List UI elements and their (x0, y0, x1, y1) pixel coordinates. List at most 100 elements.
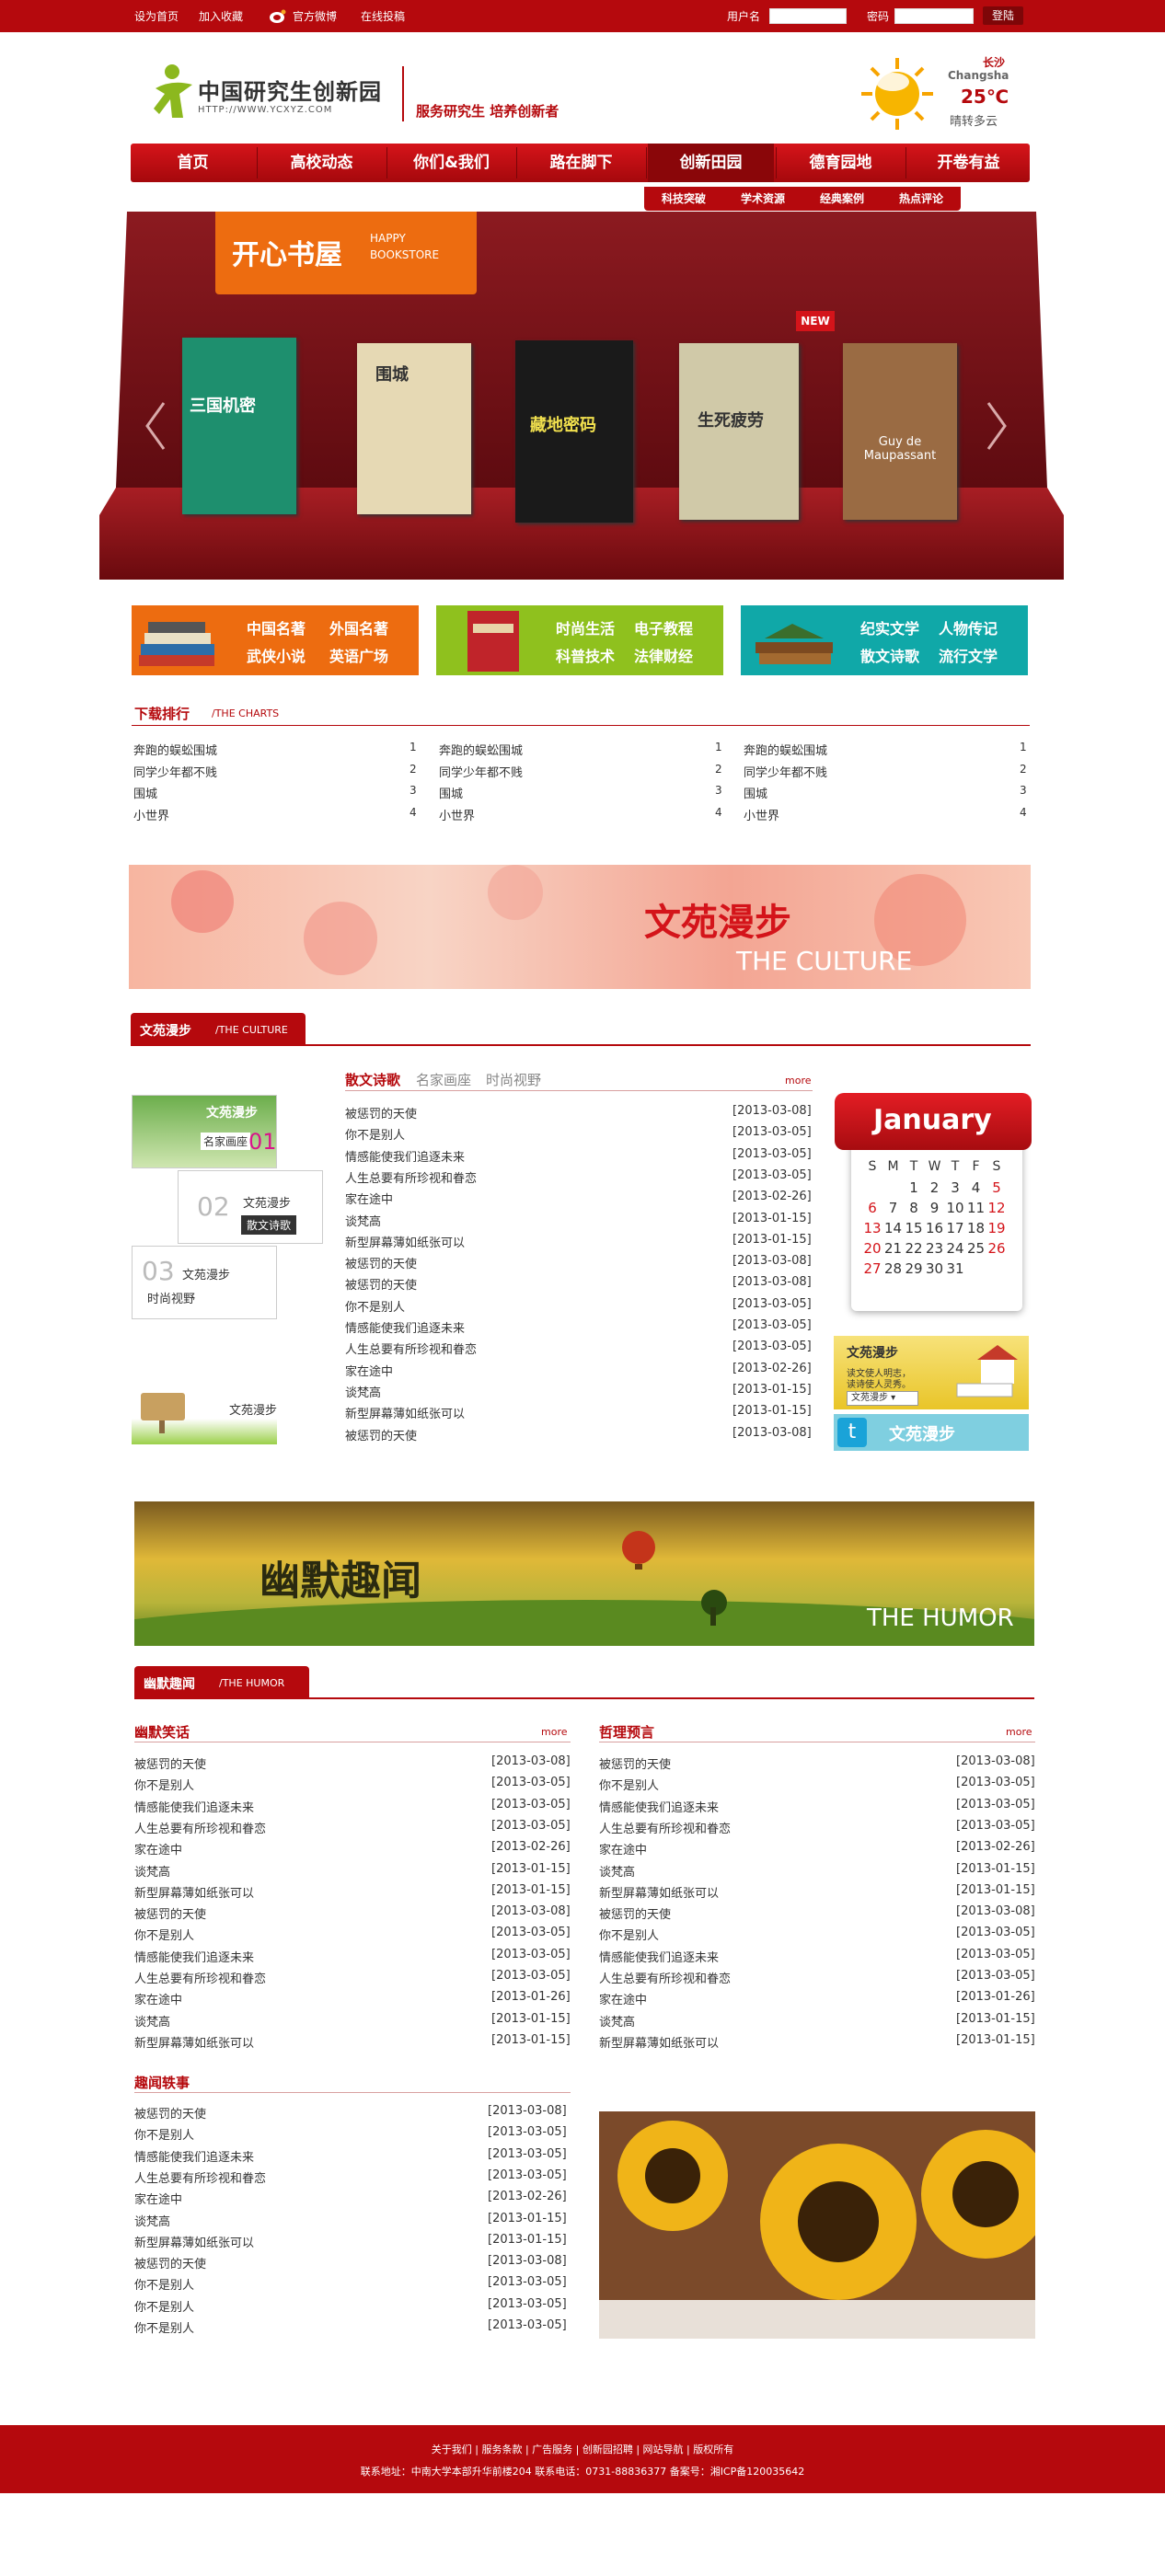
calendar-day[interactable]: 16 (925, 1220, 945, 1236)
add-favorite-link[interactable]: 加入收藏 (199, 8, 243, 24)
calendar-day[interactable]: 7 (883, 1200, 904, 1216)
book-cover-4[interactable]: 生死疲劳 (679, 343, 799, 520)
calendar-day[interactable]: 10 (945, 1200, 965, 1216)
calendar-day[interactable]: 30 (925, 1260, 945, 1277)
chart-item[interactable]: 同学少年都不贱 (439, 763, 523, 780)
list-item[interactable]: 被惩罚的天使 (599, 1754, 671, 1772)
list-item[interactable]: 你不是别人 (134, 1776, 194, 1793)
nav-item-you-and-us[interactable]: 你们&我们 (388, 144, 514, 182)
culture-banner[interactable]: 文苑漫步 THE CULTURE (129, 865, 1031, 989)
username-input[interactable] (769, 8, 847, 24)
list-item[interactable]: 被惩罚的天使 (345, 1275, 417, 1293)
calendar-day[interactable]: 6 (862, 1200, 882, 1216)
culture-thumb-2[interactable]: 02 文苑漫步 散文诗歌 (178, 1170, 323, 1244)
nav-item-home[interactable]: 首页 (131, 144, 255, 182)
list-item[interactable]: 被惩罚的天使 (345, 1426, 417, 1443)
category-link[interactable]: 科普技术 (556, 644, 615, 666)
list-item[interactable]: 人生总要有所珍视和眷恋 (134, 1969, 266, 1986)
promo-select[interactable]: 文苑漫步 ▾ (847, 1391, 918, 1406)
list-item[interactable]: 你不是别人 (134, 2297, 194, 2315)
list-item[interactable]: 情感能使我们追逐未来 (345, 1147, 465, 1165)
calendar-day[interactable]: 28 (883, 1260, 904, 1277)
culture-thumb-4[interactable]: 文苑漫步 (132, 1380, 277, 1444)
list-item[interactable]: 人生总要有所珍视和眷恋 (134, 1819, 266, 1836)
list-item[interactable]: 家在途中 (345, 1190, 393, 1207)
list-item[interactable]: 家在途中 (599, 1840, 647, 1857)
list-item[interactable]: 被惩罚的天使 (345, 1254, 417, 1271)
list-item[interactable]: 被惩罚的天使 (134, 2254, 206, 2271)
list-item[interactable]: 情感能使我们追逐未来 (599, 1798, 719, 1815)
list-item[interactable]: 谈梵高 (599, 1862, 635, 1880)
list-item[interactable]: 谈梵高 (134, 1862, 170, 1880)
category-link[interactable]: 人物传记 (939, 616, 998, 638)
side-promo[interactable]: 文苑漫步 读文使人明志， 读诗使人灵秀。 文苑漫步 ▾ (834, 1336, 1029, 1409)
list-item[interactable]: 被惩罚的天使 (134, 1754, 206, 1772)
calendar-day[interactable]: 19 (986, 1220, 1007, 1236)
password-input[interactable] (894, 8, 974, 24)
list-item[interactable]: 新型屏幕薄如纸张可以 (599, 2033, 719, 2051)
list-item[interactable]: 情感能使我们追逐未来 (134, 2147, 254, 2165)
calendar-day[interactable]: 29 (904, 1260, 924, 1277)
list-item[interactable]: 人生总要有所珍视和眷恋 (599, 1969, 731, 1986)
calendar-day[interactable]: 12 (986, 1200, 1007, 1216)
category-link[interactable]: 外国名著 (329, 616, 388, 638)
chart-item[interactable]: 奔跑的蜈蚣围城 (439, 741, 523, 758)
chart-item[interactable]: 小世界 (439, 806, 475, 823)
humor-col1-more[interactable]: more (541, 1726, 568, 1738)
calendar-day[interactable]: 23 (925, 1240, 945, 1257)
category-link[interactable]: 纪实文学 (860, 616, 919, 638)
category-link[interactable]: 散文诗歌 (860, 644, 919, 666)
category-link[interactable]: 英语广场 (329, 644, 388, 666)
calendar-day[interactable]: 20 (862, 1240, 882, 1257)
tab-prose[interactable]: 散文诗歌 (345, 1070, 400, 1089)
list-item[interactable]: 被惩罚的天使 (134, 1904, 206, 1922)
list-item[interactable]: 家在途中 (134, 1840, 182, 1857)
nav-item-road[interactable]: 路在脚下 (518, 144, 644, 182)
calendar-day[interactable]: 9 (925, 1200, 945, 1216)
list-item[interactable]: 家在途中 (345, 1362, 393, 1379)
list-item[interactable]: 你不是别人 (134, 2318, 194, 2336)
footer-links[interactable]: 关于我们 | 服务条款 | 广告服务 | 创新园招聘 | 网站导航 | 版权所有 (0, 2442, 1165, 2456)
list-item[interactable]: 家在途中 (134, 1990, 182, 2007)
category-link[interactable]: 时尚生活 (556, 616, 615, 638)
category-link[interactable]: 中国名著 (247, 616, 306, 638)
list-item[interactable]: 谈梵高 (134, 2212, 170, 2229)
list-item[interactable]: 谈梵高 (345, 1212, 381, 1229)
calendar-day[interactable]: 24 (945, 1240, 965, 1257)
list-item[interactable]: 家在途中 (134, 2190, 182, 2207)
list-item[interactable]: 新型屏幕薄如纸张可以 (345, 1233, 465, 1250)
list-item[interactable]: 你不是别人 (134, 1926, 194, 1943)
calendar-day[interactable]: 18 (966, 1220, 986, 1236)
tab-masters[interactable]: 名家画座 (416, 1070, 471, 1089)
nav-item-innovation[interactable]: 创新田园 (648, 144, 774, 182)
calendar-day[interactable]: 8 (904, 1200, 924, 1216)
chart-item[interactable]: 同学少年都不贱 (133, 763, 217, 780)
list-item[interactable]: 人生总要有所珍视和眷恋 (134, 2168, 266, 2186)
book-cover-1[interactable]: 三国机密 (182, 338, 296, 514)
calendar-day[interactable]: 22 (904, 1240, 924, 1257)
list-item[interactable]: 被惩罚的天使 (345, 1104, 417, 1121)
calendar-day[interactable]: 31 (945, 1260, 965, 1277)
chart-item[interactable]: 围城 (439, 784, 463, 801)
book-cover-5[interactable]: Guy de Maupassant (843, 343, 957, 520)
category-link[interactable]: 流行文学 (939, 644, 998, 666)
list-item[interactable]: 家在途中 (599, 1990, 647, 2007)
list-item[interactable]: 被惩罚的天使 (134, 2104, 206, 2122)
nav-item-news[interactable]: 高校动态 (259, 144, 385, 182)
list-item[interactable]: 情感能使我们追逐未来 (134, 1798, 254, 1815)
list-item[interactable]: 情感能使我们追逐未来 (599, 1948, 719, 1965)
site-logo[interactable]: 中国研究生创新园 HTTP://WWW.YCXYZ.COM (152, 61, 391, 125)
nav-item-reading[interactable]: 开卷有益 (907, 144, 1030, 182)
subnav-item-academic[interactable]: 学术资源 (723, 187, 802, 211)
calendar-day[interactable]: 2 (925, 1179, 945, 1196)
list-item[interactable]: 新型屏幕薄如纸张可以 (134, 2233, 254, 2250)
list-item[interactable]: 你不是别人 (345, 1125, 405, 1143)
calendar-day[interactable]: 17 (945, 1220, 965, 1236)
nav-item-moral[interactable]: 德育园地 (778, 144, 904, 182)
calendar-day[interactable]: 27 (862, 1260, 882, 1277)
chart-item[interactable]: 小世界 (133, 806, 169, 823)
calendar-day[interactable]: 15 (904, 1220, 924, 1236)
chart-item[interactable]: 围城 (744, 784, 767, 801)
list-item[interactable]: 你不是别人 (599, 1926, 659, 1943)
category-link[interactable]: 电子教程 (634, 616, 693, 638)
